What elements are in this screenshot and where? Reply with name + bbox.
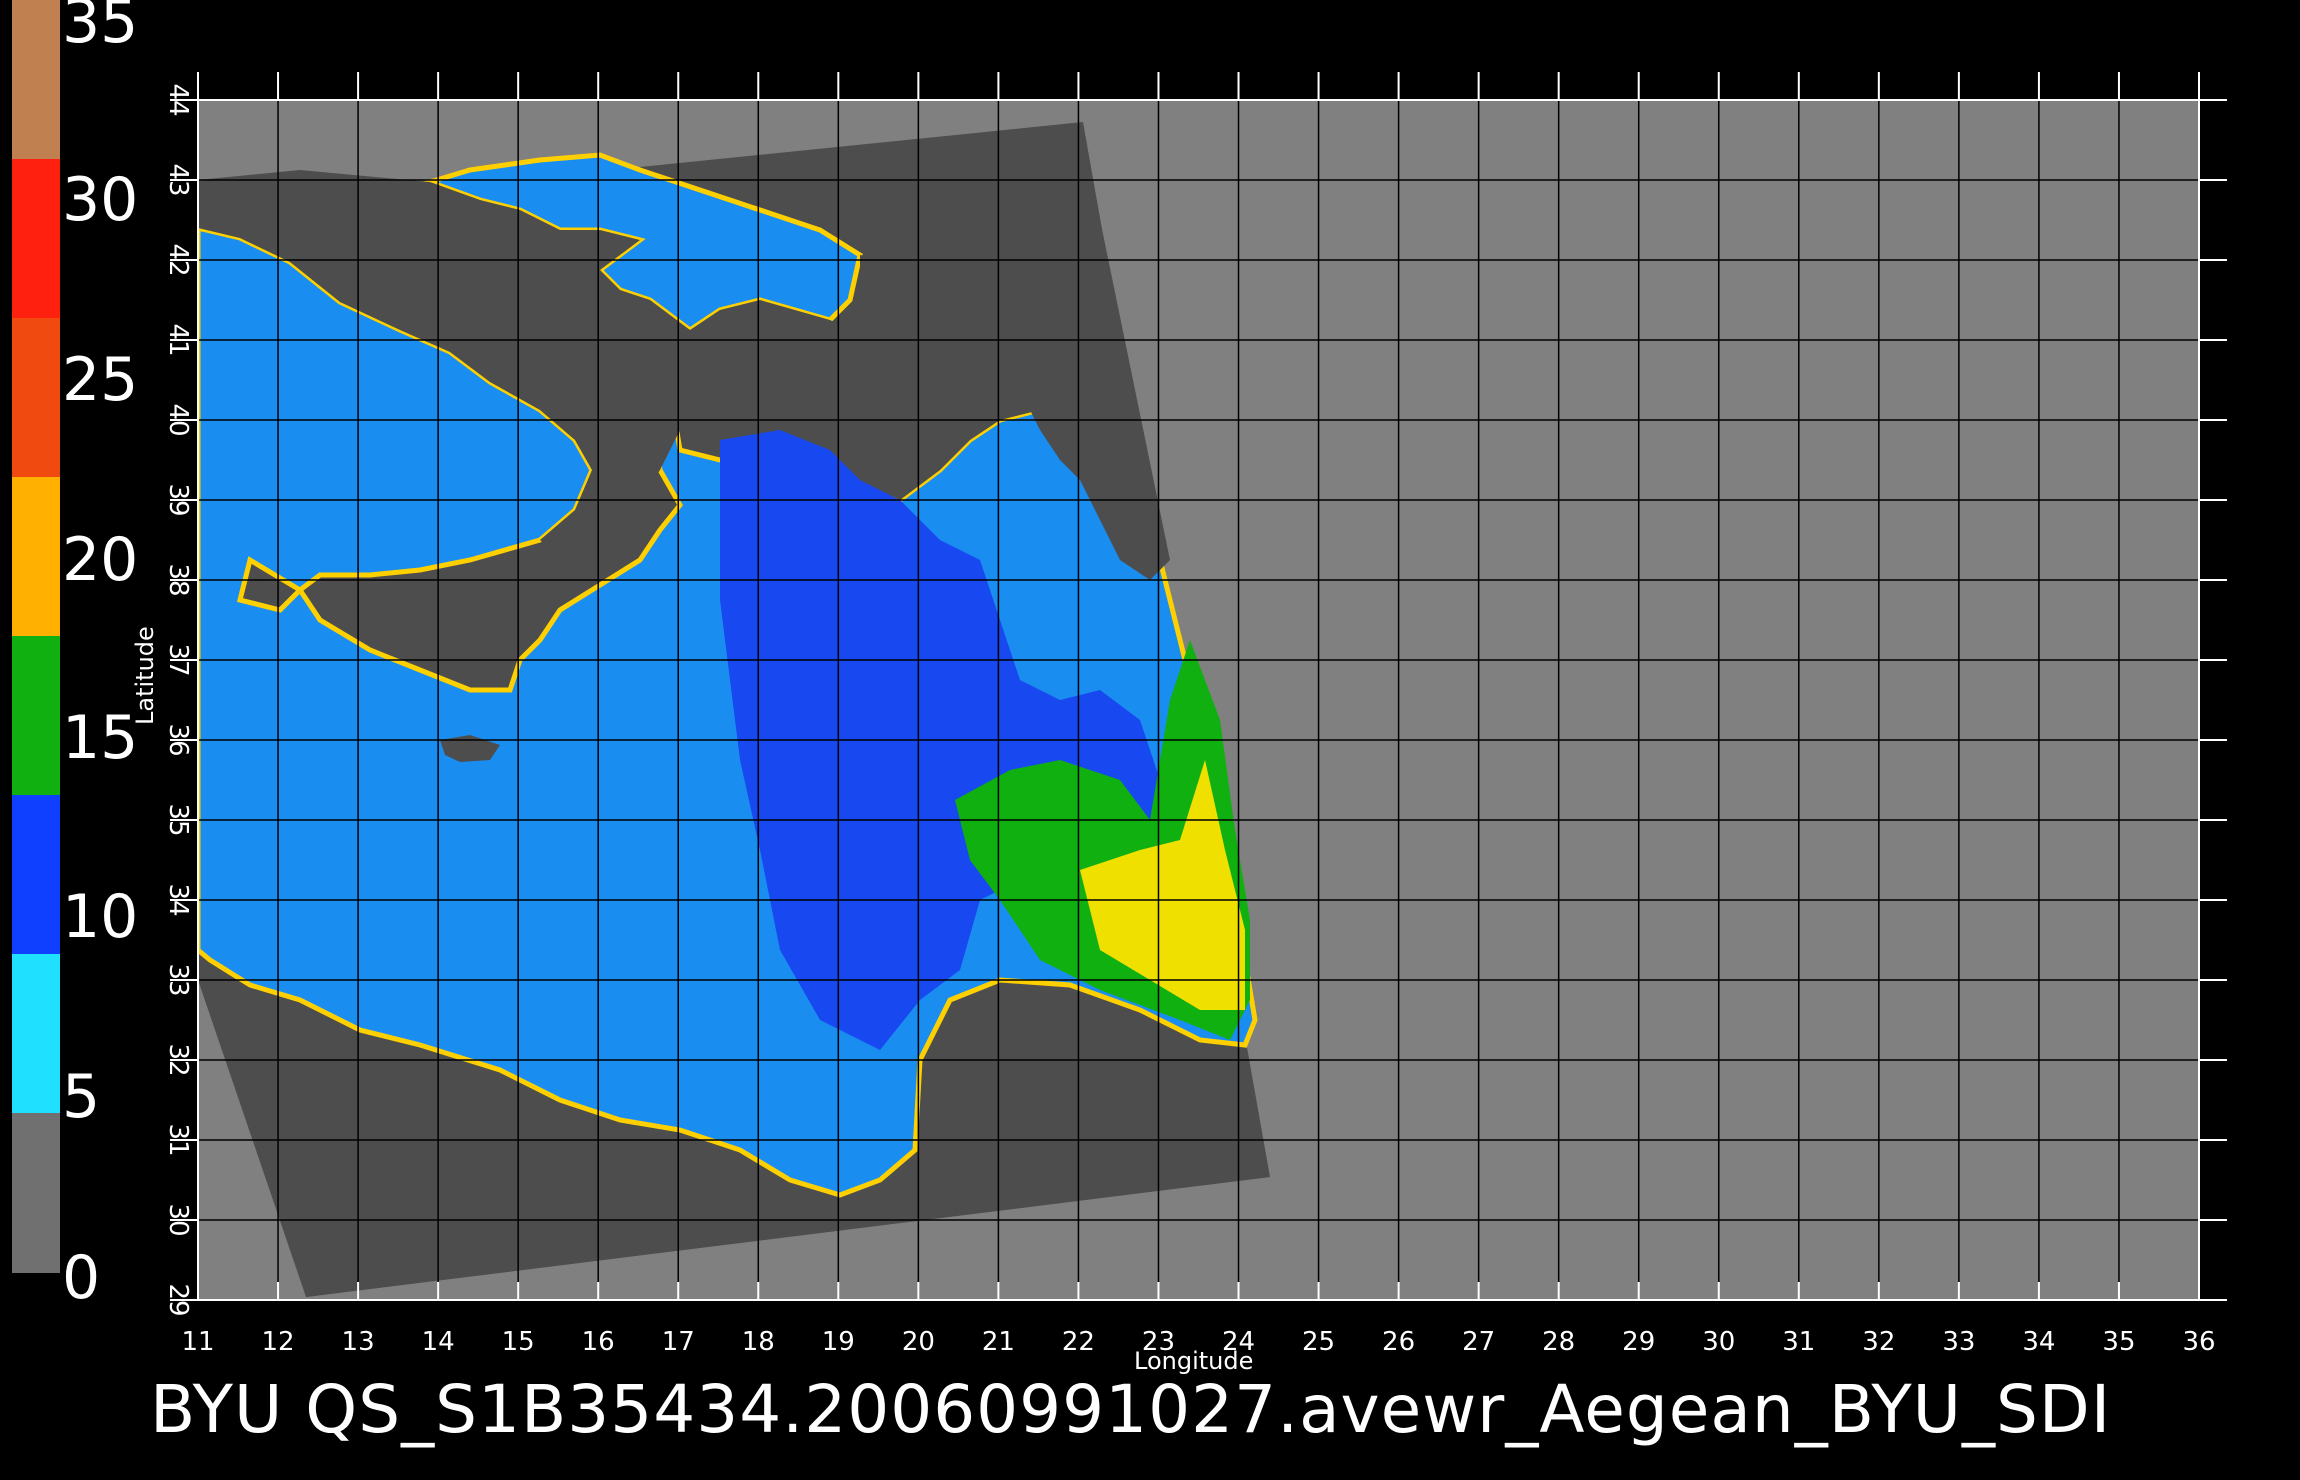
- y-tick-labels: 29 30 31 32 33 34 35 36 37 38 39 40 41 42 43 44: [163, 83, 193, 1316]
- y-tick-label: 33: [163, 963, 193, 996]
- colorbar-band: [12, 159, 60, 319]
- y-tick-label: 39: [163, 483, 193, 516]
- x-tick-label: 21: [982, 1327, 1015, 1357]
- colorbar-label-20: 20: [62, 525, 138, 595]
- y-tick-label: 31: [163, 1123, 193, 1156]
- colorbar-label-30: 30: [62, 165, 138, 235]
- x-tick-label: 36: [2182, 1327, 2215, 1357]
- x-tick-label: 35: [2102, 1327, 2135, 1357]
- x-tick-label: 27: [1462, 1327, 1495, 1357]
- figure-title: BYU QS_S1B35434.20060991027.avewr_Aegean…: [150, 1371, 2111, 1448]
- y-tick-label: 37: [163, 643, 193, 676]
- colorbar-band: [12, 795, 60, 955]
- colorbar-band: [12, 636, 60, 796]
- y-tick-label: 36: [163, 723, 193, 756]
- x-tick-label: 33: [1942, 1327, 1975, 1357]
- y-tick-label: 40: [163, 403, 193, 436]
- colorbar-band: [12, 0, 60, 160]
- x-tick-label: 26: [1382, 1327, 1415, 1357]
- x-tick-label: 19: [822, 1327, 855, 1357]
- x-tick-label: 29: [1622, 1327, 1655, 1357]
- y-tick-label: 44: [163, 83, 193, 116]
- y-tick-label: 34: [163, 883, 193, 916]
- x-tick-label: 12: [261, 1327, 294, 1357]
- colorbar-labels: 35 30 25 20 15 10 5 0: [62, 0, 138, 1313]
- x-tick-label: 16: [582, 1327, 615, 1357]
- x-tick-label: 32: [1862, 1327, 1895, 1357]
- colorbar-band: [12, 1113, 60, 1273]
- x-tick-label: 18: [742, 1327, 775, 1357]
- colorbar-label-5: 5: [62, 1062, 100, 1132]
- y-tick-label: 41: [163, 323, 193, 356]
- y-tick-label: 43: [163, 163, 193, 196]
- x-tick-label: 11: [181, 1327, 214, 1357]
- colorbar-label-15: 15: [62, 703, 138, 773]
- colorbar-band: [12, 318, 60, 478]
- colorbar-label-25: 25: [62, 345, 138, 415]
- map-figure: 35 30 25 20 15 10 5 0 11 12 13 14 15 16 …: [0, 0, 2300, 1480]
- colorbar: [12, 0, 60, 1273]
- colorbar-label-35: 35: [62, 0, 138, 57]
- colorbar-band: [12, 954, 60, 1114]
- colorbar-label-10: 10: [62, 882, 138, 952]
- map-svg: 35 30 25 20 15 10 5 0 11 12 13 14 15 16 …: [12, 0, 2227, 1448]
- x-tick-label: 13: [342, 1327, 375, 1357]
- x-tick-label: 20: [902, 1327, 935, 1357]
- y-tick-label: 30: [163, 1203, 193, 1236]
- y-tick-label: 29: [163, 1283, 193, 1316]
- x-tick-label: 28: [1542, 1327, 1575, 1357]
- x-tick-label: 31: [1782, 1327, 1815, 1357]
- x-tick-label: 25: [1302, 1327, 1335, 1357]
- x-tick-label: 22: [1062, 1327, 1095, 1357]
- y-axis-title: Latitude: [131, 626, 159, 725]
- y-tick-label: 42: [163, 243, 193, 276]
- colorbar-band: [12, 477, 60, 637]
- plot-area: [170, 72, 2227, 1301]
- x-tick-label: 14: [422, 1327, 455, 1357]
- y-tick-label: 32: [163, 1043, 193, 1076]
- x-tick-label: 15: [502, 1327, 535, 1357]
- colorbar-label-0: 0: [62, 1243, 100, 1313]
- x-tick-label: 34: [2022, 1327, 2055, 1357]
- x-tick-label: 30: [1702, 1327, 1735, 1357]
- x-tick-label: 17: [662, 1327, 695, 1357]
- y-tick-label: 38: [163, 563, 193, 596]
- y-tick-label: 35: [163, 803, 193, 836]
